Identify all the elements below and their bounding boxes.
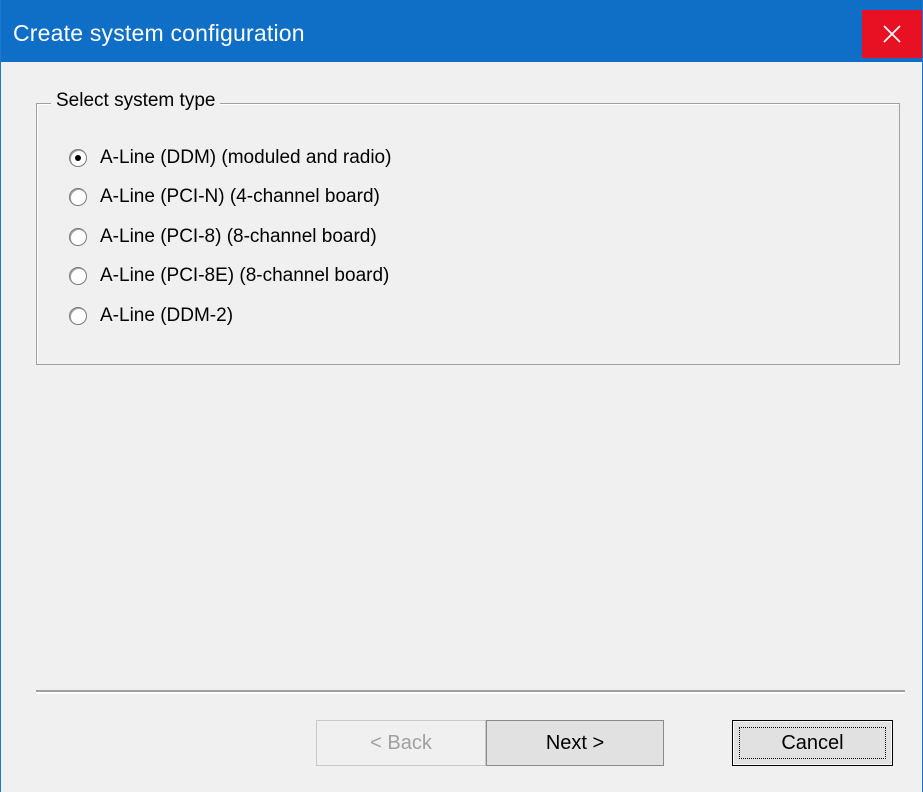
system-type-group: Select system type A-Line (DDM) (moduled…: [36, 90, 900, 365]
focus-ring: [739, 727, 886, 759]
radio-button-icon[interactable]: [69, 307, 87, 325]
radio-button-icon[interactable]: [69, 228, 87, 246]
close-button[interactable]: [862, 10, 922, 58]
next-button[interactable]: Next >: [486, 720, 664, 766]
radio-option-pci-8e[interactable]: A-Line (PCI-8E) (8-channel board): [69, 263, 389, 289]
radio-option-pci-n[interactable]: A-Line (PCI-N) (4-channel board): [69, 184, 380, 210]
radio-option-ddm[interactable]: A-Line (DDM) (moduled and radio): [69, 145, 391, 171]
dialog-window: Create system configuration Select syste…: [0, 0, 923, 792]
radio-label: A-Line (PCI-8) (8-channel board): [100, 226, 377, 247]
window-title: Create system configuration: [13, 20, 305, 46]
group-legend: Select system type: [51, 90, 221, 112]
back-button[interactable]: < Back: [316, 720, 486, 766]
radio-selected-dot: [75, 155, 81, 161]
radio-label: A-Line (DDM-2): [100, 305, 234, 326]
separator-line: [36, 690, 905, 694]
radio-option-ddm-2[interactable]: A-Line (DDM-2): [69, 303, 233, 329]
title-bar[interactable]: Create system configuration: [1, 0, 922, 62]
radio-button-icon[interactable]: [69, 267, 87, 285]
cancel-button[interactable]: Cancel: [732, 720, 893, 766]
radio-label: A-Line (DDM) (moduled and radio): [100, 147, 392, 168]
radio-button-icon[interactable]: [69, 149, 87, 167]
radio-button-icon[interactable]: [69, 188, 87, 206]
radio-label: A-Line (PCI-N) (4-channel board): [100, 186, 380, 207]
close-icon: [883, 25, 901, 43]
radio-label: A-Line (PCI-8E) (8-channel board): [100, 265, 390, 286]
radio-option-pci-8[interactable]: A-Line (PCI-8) (8-channel board): [69, 224, 377, 250]
